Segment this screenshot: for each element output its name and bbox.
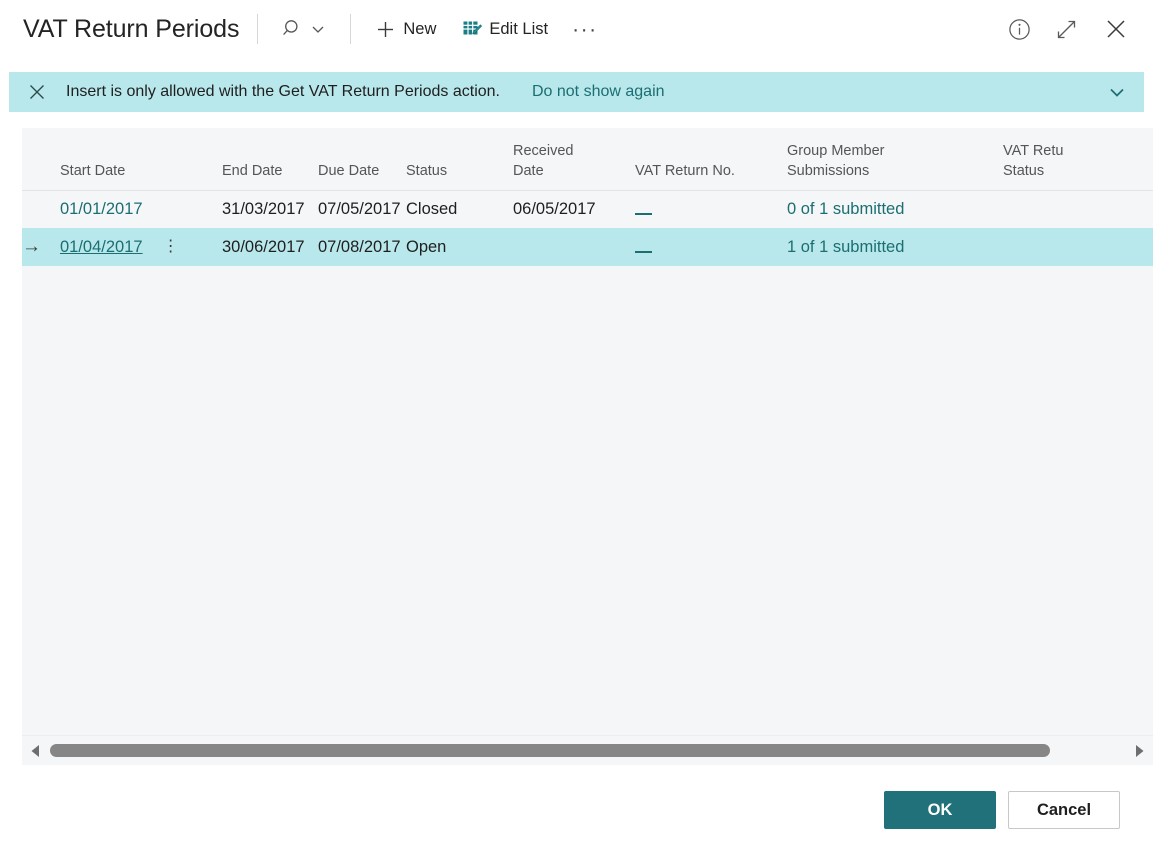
header-divider-1 (257, 14, 259, 44)
cell-received-date[interactable] (513, 228, 635, 266)
edit-list-icon (462, 19, 483, 39)
cell-due-date[interactable]: 07/08/2017 (318, 228, 406, 266)
notification-bar: Insert is only allowed with the Get VAT … (9, 72, 1144, 112)
cell-status[interactable]: Closed (406, 190, 513, 228)
start-date-link[interactable]: 01/01/2017 (60, 200, 143, 219)
cancel-button[interactable]: Cancel (1008, 791, 1120, 829)
column-header-due-date-label: Due Date (318, 162, 380, 179)
column-header-vat-return-status-label: VAT Retu Status (1003, 142, 1064, 179)
scrollbar-thumb[interactable] (50, 744, 1050, 757)
group-member-submissions-link[interactable]: 0 of 1 submitted (787, 200, 904, 218)
do-not-show-again-link[interactable]: Do not show again (532, 83, 665, 101)
header-right-icons (1007, 14, 1135, 44)
dialog-footer: OK Cancel (0, 765, 1153, 868)
column-header-vat-return-status[interactable]: VAT Retu Status (1003, 128, 1153, 191)
column-header-start-date[interactable]: Start Date (60, 128, 222, 191)
column-header-status[interactable]: Status (406, 128, 513, 191)
cell-start-date[interactable]: 01/01/2017 (60, 190, 222, 228)
info-icon[interactable] (1007, 17, 1032, 42)
horizontal-scrollbar[interactable] (22, 735, 1153, 765)
column-header-received-date[interactable]: Received Date (513, 128, 635, 191)
column-header-received-date-label: Received Date (513, 142, 574, 179)
notification-message: Insert is only allowed with the Get VAT … (66, 83, 500, 100)
cell-status[interactable]: Open (406, 228, 513, 266)
search-icon (282, 18, 304, 40)
notification-close-icon[interactable] (27, 82, 47, 102)
close-icon[interactable] (1101, 14, 1131, 44)
header-divider-2 (350, 14, 352, 44)
row-indicator-cell (22, 190, 60, 228)
column-header-end-date[interactable]: End Date (222, 128, 318, 191)
row-indicator-cell: → (22, 228, 60, 266)
cell-vat-return-no[interactable] (635, 190, 787, 228)
chevron-down-icon[interactable] (310, 21, 326, 37)
cell-group-member-submissions[interactable]: 1 of 1 submitted (787, 228, 1003, 266)
column-header-start-date-label: Start Date (60, 162, 126, 179)
dialog-header: VAT Return Periods New Edit List ··· (0, 0, 1153, 58)
caret-left-icon[interactable] (22, 736, 50, 766)
caret-right-icon[interactable] (1125, 736, 1153, 766)
empty-value-dash (635, 212, 652, 215)
cell-vat-return-status[interactable] (1003, 228, 1153, 266)
cell-group-member-submissions[interactable]: 0 of 1 submitted (787, 190, 1003, 228)
ok-button[interactable]: OK (884, 791, 996, 829)
vat-return-periods-grid: Start Date End Date Due Date Status Rece… (22, 128, 1153, 765)
column-header-status-label: Status (406, 162, 448, 179)
column-header-group-member-submissions-label: Group Member Submissions (787, 142, 885, 179)
column-header-end-date-label: End Date (222, 162, 283, 179)
cell-vat-return-status[interactable] (1003, 190, 1153, 228)
cell-vat-return-no[interactable] (635, 228, 787, 266)
selected-row-arrow-icon: → (22, 236, 41, 257)
new-button[interactable]: New (369, 12, 442, 46)
edit-list-button[interactable]: Edit List (456, 12, 554, 46)
scrollbar-track[interactable] (50, 736, 1125, 766)
cell-received-date[interactable]: 06/05/2017 (513, 190, 635, 228)
column-header-vat-return-no-label: VAT Return No. (635, 162, 735, 179)
notification-chevron-down-icon[interactable] (1106, 81, 1128, 103)
cell-due-date[interactable]: 07/05/2017 (318, 190, 406, 228)
vat-return-periods-dialog: VAT Return Periods New Edit List ··· Ins… (0, 0, 1153, 868)
page-title: VAT Return Periods (23, 14, 240, 43)
column-header-due-date[interactable]: Due Date (318, 128, 406, 191)
column-header-group-member-submissions[interactable]: Group Member Submissions (787, 128, 1003, 191)
column-header-vat-return-no[interactable]: VAT Return No. (635, 128, 787, 191)
cell-start-date[interactable]: 01/04/2017 ⋮ (60, 228, 222, 266)
more-options-button[interactable]: ··· (562, 19, 607, 40)
row-menu-vertical-dots-icon[interactable]: ⋮ (163, 239, 179, 255)
expand-icon[interactable] (1054, 17, 1079, 42)
new-button-label: New (403, 19, 437, 38)
plus-icon (375, 19, 396, 40)
column-header-indicator (22, 128, 60, 191)
table-row[interactable]: → 01/04/2017 ⋮ 30/06/2017 07/08/2017 Ope… (22, 228, 1153, 266)
table-row[interactable]: 01/01/2017 31/03/2017 07/05/2017 Closed … (22, 190, 1153, 228)
group-member-submissions-link[interactable]: 1 of 1 submitted (787, 238, 904, 256)
empty-value-dash (635, 250, 652, 253)
cell-end-date[interactable]: 30/06/2017 (222, 228, 318, 266)
grid-table: Start Date End Date Due Date Status Rece… (22, 128, 1153, 266)
grid-header-row: Start Date End Date Due Date Status Rece… (22, 128, 1153, 191)
cell-end-date[interactable]: 31/03/2017 (222, 190, 318, 228)
search-button[interactable] (276, 18, 332, 40)
edit-list-button-label: Edit List (489, 19, 549, 38)
start-date-link[interactable]: 01/04/2017 (60, 238, 143, 257)
